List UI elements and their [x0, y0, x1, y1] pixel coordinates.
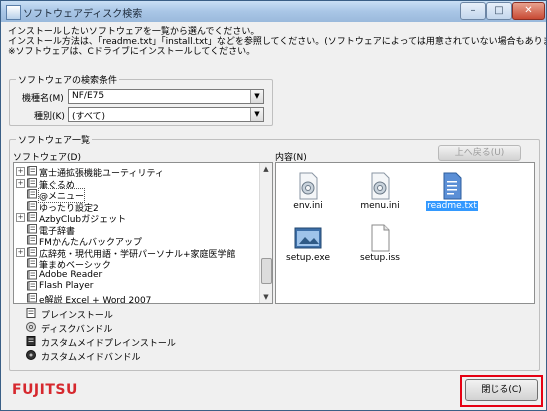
- tree-item[interactable]: + 富士通拡張機能ユーティリティ: [14, 166, 254, 179]
- legend-label: カスタムメイドプレインストール: [41, 339, 176, 349]
- type-value: (すべて): [72, 112, 106, 122]
- package-icon: [27, 246, 37, 257]
- software-disc-search-window: ソフトウェアディスク検索 – □ ✕ インストールしたいソフトウェアを一覧から選…: [0, 0, 547, 411]
- custom-preinstall-icon: [26, 336, 36, 346]
- tree-item[interactable]: 電子辞書: [14, 223, 254, 237]
- maximize-button[interactable]: □: [486, 2, 512, 20]
- tree-item-label: Flash Player: [39, 281, 94, 291]
- chevron-down-icon: ▼: [250, 90, 263, 103]
- software-list-label: ソフトウェア一覧: [16, 133, 93, 146]
- app-icon: [6, 5, 21, 20]
- search-conditions-label: ソフトウェアの検索条件: [16, 73, 120, 86]
- scroll-down-icon[interactable]: ▼: [260, 291, 272, 303]
- file-item[interactable]: setup.iss: [354, 223, 406, 263]
- package-icon: [27, 235, 37, 245]
- document-icon: [365, 223, 395, 253]
- package-icon: [27, 269, 37, 280]
- expand-icon[interactable]: +: [16, 247, 25, 257]
- search-conditions-group: ソフトウェアの検索条件 機種名(M) NF/E75 ▼ 種別(K) (すべて) …: [9, 73, 273, 126]
- title-bar: ソフトウェアディスク検索 – □ ✕: [1, 1, 546, 22]
- legend-label: プレインストール: [41, 311, 113, 321]
- tree-item-label: Adobe Reader: [39, 269, 103, 280]
- expand-icon[interactable]: +: [16, 178, 25, 188]
- tree-item[interactable]: + 筆ぐるめ: [14, 177, 254, 191]
- tree-scrollbar[interactable]: ▲ ▼: [259, 163, 272, 303]
- instructions: インストールしたいソフトウェアを一覧から選んでください。 インストール方法は、「…: [8, 27, 547, 57]
- minimize-button[interactable]: –: [460, 2, 486, 20]
- scroll-thumb[interactable]: [261, 258, 272, 284]
- tree-item-label: e解説 Excel + Word 2007: [39, 295, 152, 304]
- model-label: 機種名(M): [22, 94, 64, 104]
- disc-bundle-icon: [26, 322, 36, 332]
- instruction-line: ※ソフトウェアは、Cドライブにインストールしてください。: [8, 47, 256, 57]
- chevron-down-icon: ▼: [250, 108, 263, 121]
- software-tree[interactable]: + 富士通拡張機能ユーティリティ + 筆ぐるめ @メニュー ゆったり設定2 + AzbyClu…: [13, 162, 273, 304]
- file-item[interactable]: menu.ini: [354, 171, 406, 211]
- tree-item[interactable]: + 広辞苑・現代用語・学研パーソナル+家庭医学館: [14, 246, 254, 260]
- file-name: setup.iss: [360, 253, 400, 263]
- model-select[interactable]: NF/E75 ▼: [68, 89, 264, 104]
- fujitsu-logo: FUJITSU: [12, 382, 78, 398]
- tree-item[interactable]: 筆まめベーシック: [14, 258, 254, 271]
- tree-item[interactable]: e解説 Excel + Word 2007: [14, 292, 254, 304]
- model-value: NF/E75: [72, 91, 105, 101]
- package-icon: [27, 189, 37, 199]
- tree-item[interactable]: @メニュー: [14, 188, 254, 203]
- tree-item[interactable]: FMかんたんバックアップ: [14, 235, 254, 248]
- custom-bundle-icon: [26, 350, 36, 360]
- legend-label: カスタムメイドバンドル: [41, 353, 141, 363]
- file-item[interactable]: setup.exe: [282, 223, 334, 263]
- package-icon: [27, 281, 37, 291]
- settings-file-icon: [293, 171, 323, 201]
- tree-item[interactable]: + AzbyClubガジェット: [14, 212, 254, 225]
- close-window-button[interactable]: ✕: [512, 2, 545, 20]
- type-label: 種別(K): [34, 112, 65, 122]
- settings-file-icon: [365, 171, 395, 201]
- package-icon: [27, 292, 37, 303]
- package-icon: [27, 223, 37, 234]
- tree-item[interactable]: ゆったり設定2: [14, 200, 254, 214]
- text-file-icon: [437, 171, 467, 201]
- window-title: ソフトウェアディスク検索: [23, 9, 143, 20]
- tree-item[interactable]: Flash Player: [14, 281, 254, 292]
- expand-icon[interactable]: +: [16, 213, 25, 222]
- file-item[interactable]: env.ini: [282, 171, 334, 211]
- file-name: setup.exe: [286, 253, 330, 263]
- package-icon: [27, 177, 37, 188]
- installer-icon: [293, 223, 323, 253]
- expand-icon[interactable]: +: [16, 167, 25, 176]
- package-icon: [27, 200, 37, 211]
- file-name: menu.ini: [360, 201, 400, 211]
- preinstall-icon: [26, 308, 36, 318]
- instruction-line: インストール方法は、「readme.txt」「install.txt」などを参照…: [8, 37, 547, 47]
- go-up-button[interactable]: 上へ戻る(U): [438, 145, 521, 161]
- package-icon: [27, 258, 37, 268]
- tree-item[interactable]: Adobe Reader: [14, 269, 254, 281]
- legend-label: ディスクバンドル: [41, 325, 113, 335]
- file-name: env.ini: [293, 201, 323, 211]
- file-item[interactable]: readme.txt: [426, 171, 478, 211]
- file-name: readme.txt: [426, 201, 478, 211]
- package-icon: [27, 212, 37, 222]
- close-button-highlight: [460, 375, 543, 407]
- package-icon: [27, 166, 37, 176]
- type-select[interactable]: (すべて) ▼: [68, 107, 264, 122]
- contents-view[interactable]: env.ini menu.ini readme.txt setup.exe setup.…: [275, 162, 535, 304]
- instruction-line: インストールしたいソフトウェアを一覧から選んでください。: [8, 27, 260, 37]
- scroll-up-icon[interactable]: ▲: [260, 163, 272, 175]
